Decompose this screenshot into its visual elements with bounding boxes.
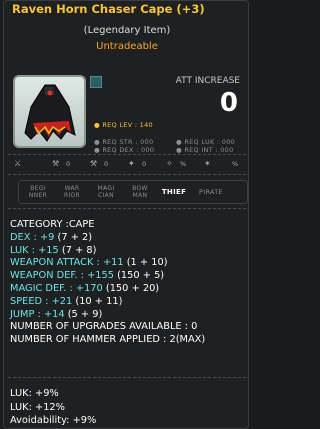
divider [8,208,246,209]
job-thief: THIEF [161,188,187,196]
star-icon: ✶ [204,159,211,168]
item-name: Raven Horn Chaser Cape (+3) [12,2,205,16]
stat-weapon-def: WEAPON DEF. : +155 (150 + 5) [10,270,165,282]
req-lev: ● REQ LEV : 140 [94,121,153,129]
trade-status: Untradeable [96,41,158,52]
stat-speed: SPEED : +21 (10 + 11) [10,295,123,307]
potential-icon: ✧ [166,159,173,168]
job-warrior: WAR RIOR [63,185,81,199]
stat-upgrades: NUMBER OF UPGRADES AVAILABLE : 0 [10,321,198,333]
req-str: ● REQ STR : 000 [94,138,154,146]
stat-hammer: NUMBER OF HAMMER APPLIED : 2(MAX) [10,334,206,346]
item-tooltip: Raven Horn Chaser Cape (+3) (Legendary I… [3,0,249,429]
att-increase-label: ATT INCREASE [175,76,240,86]
item-image-frame [13,75,86,148]
att-increase-value: 0 [219,88,238,118]
equip-slot-icon [90,76,102,88]
job-magician: MAGI CIAN [97,185,115,199]
stat-dex: DEX : +9 (7 + 2) [10,231,93,243]
req-dex: ● REQ DEX : 000 [94,146,155,154]
job-pirate: PIRATE [199,188,223,196]
potential-line: LUK: +9% [10,388,59,399]
req-int: ● REQ INT : 000 [176,146,234,154]
stat-category: CATEGORY :CAPE [10,219,95,230]
item-rarity: (Legendary Item) [83,25,171,36]
potential-line: Avoidability: +9% [10,415,97,426]
divider [8,174,246,175]
icon-value: % [232,160,239,168]
stat-jump: JUMP : +14 (5 + 9) [10,308,103,320]
stat-luk: LUK : +15 (7 + 8) [10,244,97,256]
stat-weapon-attack: WEAPON ATTACK : +11 (1 + 10) [10,257,168,269]
icon-value: 0 [66,160,71,168]
job-class-bar: BEGI NNER WAR RIOR MAGI CIAN BOW MAN THI… [18,180,248,204]
icon-value: 0 [104,160,109,168]
sword-icon: ⚔ [14,159,22,168]
cape-icon [24,84,76,142]
job-bowman: BOW MAN [132,185,148,199]
stats-list: CATEGORY :CAPE DEX : +9 (7 + 2) LUK : +1… [10,219,205,347]
icon-value: 0 [142,160,147,168]
divider [8,377,246,378]
job-beginner: BEGI NNER [28,185,48,199]
icon-value: % [180,160,187,168]
stat-icons-row: ⚔ ⚒ 0 ⚒ 0 ✦ 0 ✧ % ✶ % [14,159,250,171]
stat-magic-def: MAGIC DEF. : +170 (150 + 20) [10,282,160,294]
hammer-icon: ⚒ [90,159,98,168]
potential-list: LUK: +9% LUK: +12% Avoidability: +9% [10,387,96,428]
scroll-icon: ✦ [128,159,135,168]
divider [8,154,246,155]
wrench-icon: ⚒ [52,159,60,168]
potential-line: LUK: +12% [10,401,65,413]
req-luk: ● REQ LUK : 000 [176,138,236,146]
